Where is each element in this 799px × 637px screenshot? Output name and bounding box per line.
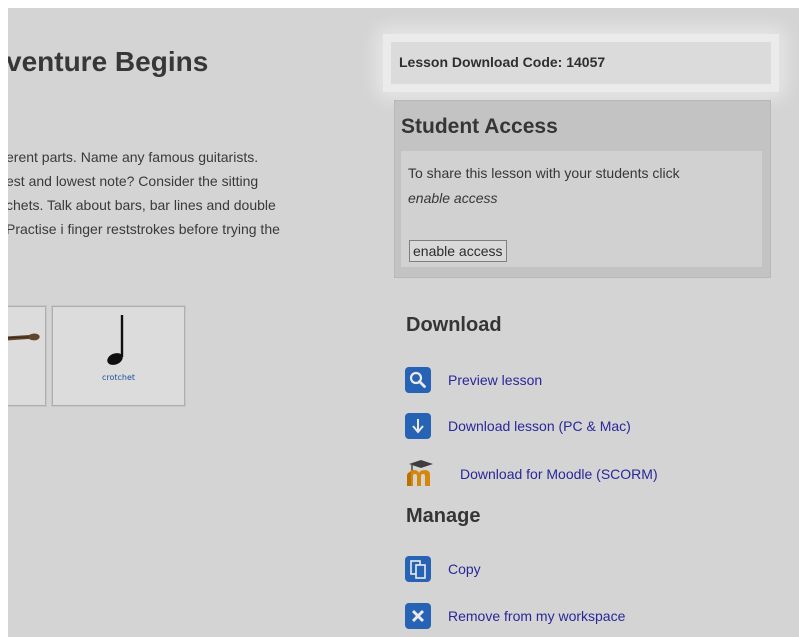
student-access-panel: Student Access To share this lesson with… [394,100,771,278]
page-content: venture Begins erent parts. Name any fam… [8,8,799,637]
guitar-neck-icon [8,333,40,341]
lesson-intro: erent parts. Name any famous guitarists.… [8,145,346,241]
crotchet-note-icon [107,315,124,365]
student-access-text: To share this lesson with your students … [408,161,758,211]
flashcard-crotchet[interactable]: crotchet [52,306,185,406]
download-moodle-label[interactable]: Download for Moodle (SCORM) [460,466,658,482]
lesson-download-code: Lesson Download Code: 14057 [391,42,771,84]
preview-lesson-label[interactable]: Preview lesson [448,372,542,388]
download-arrow-icon[interactable] [405,413,431,439]
enable-access-button[interactable]: enable access [409,240,507,262]
student-access-heading: Student Access [401,115,558,138]
remove-icon[interactable] [405,603,431,629]
download-heading: Download [406,314,502,336]
flashcard-caption: crotchet [101,373,136,382]
intro-line: erent parts. Name any famous guitarists. [8,149,259,165]
remove-from-workspace-label[interactable]: Remove from my workspace [448,608,625,624]
intro-line: chets. Talk about bars, bar lines and do… [8,197,276,213]
download-lesson-label[interactable]: Download lesson (PC & Mac) [448,418,631,434]
student-access-emphasis: enable access [408,190,498,206]
intro-line: est and lowest note? Consider the sittin… [8,173,259,189]
copy-icon[interactable] [405,556,431,582]
student-access-description: To share this lesson with your students … [408,165,680,181]
moodle-icon[interactable] [405,458,449,488]
flashcard-guitar[interactable] [8,306,46,406]
download-code-label: Lesson Download Code: 14057 [399,54,606,70]
search-icon[interactable] [405,367,431,393]
copy-label[interactable]: Copy [448,561,481,577]
manage-heading: Manage [406,505,481,527]
intro-line: Practise i finger reststrokes before try… [8,221,280,237]
student-access-body: To share this lesson with your students … [401,151,762,267]
lesson-title: venture Begins [8,46,209,77]
